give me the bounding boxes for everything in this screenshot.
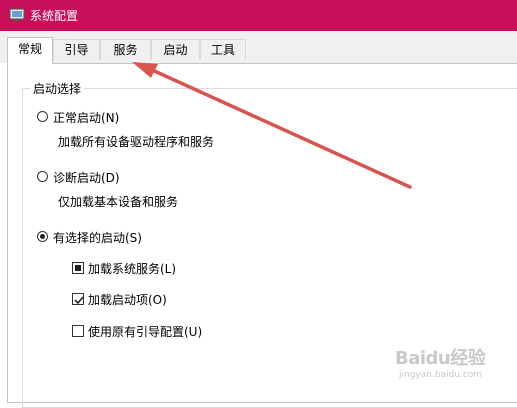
tab-tools[interactable]: 工具 — [200, 39, 246, 60]
normal-startup-label[interactable]: 正常启动(N) — [53, 109, 119, 126]
watermark-url: jingyan.baidu.com — [399, 370, 483, 380]
title-bar: 系统配置 — [0, 0, 517, 31]
checkmark-icon — [74, 296, 84, 305]
baidu-watermark: Baidu经验 jingyan.baidu.com — [395, 340, 513, 392]
system-config-icon — [9, 8, 25, 21]
diagnostic-startup-description: 仅加载基本设备和服务 — [58, 195, 179, 209]
normal-startup-radio[interactable] — [37, 111, 48, 122]
load-startup-items-label[interactable]: 加载启动项(O) — [88, 291, 167, 308]
load-system-services-label[interactable]: 加载系统服务(L) — [88, 260, 176, 277]
normal-startup-description: 加载所有设备驱动程序和服务 — [58, 135, 215, 149]
selective-startup-radio[interactable] — [37, 231, 48, 242]
diagnostic-startup-label[interactable]: 诊断启动(D) — [53, 169, 120, 186]
radio-selected-dot — [40, 234, 45, 239]
indeterminate-mark — [75, 265, 81, 271]
use-original-boot-config-label[interactable]: 使用原有引导配置(U) — [88, 323, 202, 340]
window-title: 系统配置 — [30, 9, 79, 23]
load-startup-items-checkbox[interactable] — [72, 293, 84, 305]
group-title: 启动选择 — [30, 80, 85, 97]
watermark-brand: Baidu经验 — [395, 348, 486, 369]
tab-boot[interactable]: 引导 — [53, 39, 100, 60]
load-system-services-checkbox[interactable] — [72, 262, 84, 274]
tab-startup[interactable]: 启动 — [151, 39, 200, 60]
use-original-boot-config-checkbox[interactable] — [72, 325, 84, 337]
tab-services[interactable]: 服务 — [100, 39, 151, 60]
diagnostic-startup-radio[interactable] — [37, 171, 48, 182]
tab-general[interactable]: 常规 — [7, 37, 53, 64]
selective-startup-label[interactable]: 有选择的启动(S) — [53, 229, 142, 246]
